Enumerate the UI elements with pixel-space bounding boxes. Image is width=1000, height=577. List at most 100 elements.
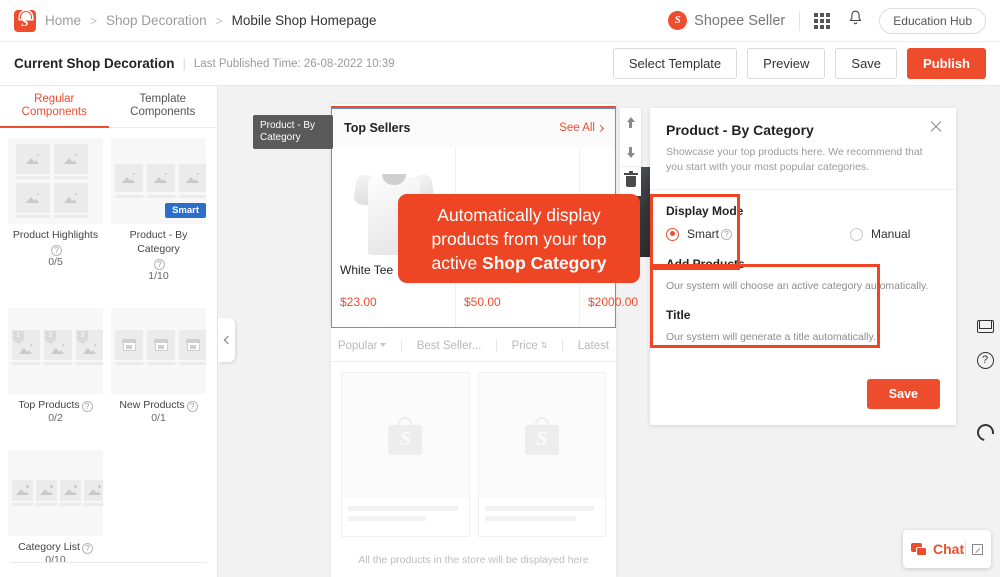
breadcrumb: Home > Shop Decoration > Mobile Shop Hom… (45, 13, 376, 28)
component-name: Top Products (18, 399, 79, 411)
sort-arrows-icon: ⇅ (541, 343, 548, 349)
chat-label: Chat (933, 541, 964, 557)
move-down-icon[interactable] (620, 137, 641, 166)
settings-header: Product - By Category Showcase your top … (650, 108, 956, 190)
panel-divider (10, 562, 207, 563)
mobile-preview: Top Sellers See All White Tee $23.00 (331, 104, 616, 577)
select-template-button[interactable]: Select Template (613, 48, 737, 79)
help-icon[interactable]: ? (51, 245, 62, 256)
header-divider (799, 11, 800, 31)
tab-regular-components[interactable]: Regular Components (0, 86, 109, 127)
display-mode-options: Smart ? Manual (666, 227, 940, 241)
close-icon[interactable] (929, 120, 943, 134)
placeholder-card: S (478, 372, 607, 537)
add-products-label: Add Products (666, 257, 940, 271)
chat-divider (965, 541, 966, 557)
breadcrumb-separator: > (90, 14, 97, 28)
placeholder-card: S (341, 372, 470, 537)
tab-template-components[interactable]: Template Components (109, 86, 218, 127)
mail-icon[interactable] (970, 310, 1000, 343)
sort-tab-popular[interactable]: Popular (338, 340, 387, 352)
breadcrumb-item-home[interactable]: Home (45, 13, 81, 28)
settings-footer: Save (650, 369, 956, 425)
title-hint: Our system will generate a title automat… (666, 331, 940, 343)
components-tabs: Regular Components Template Components (0, 86, 217, 128)
callout-line-3: active (431, 253, 482, 273)
component-card-category-list[interactable]: Category List? 0/10 (8, 450, 103, 566)
help-icon[interactable]: ? (187, 401, 198, 412)
help-icon[interactable]: ? (154, 259, 165, 270)
action-bar-separator: | (183, 56, 186, 71)
radio-smart[interactable]: Smart ? (666, 227, 732, 241)
component-label: Category List? (8, 536, 103, 554)
tab-template-line2: Components (109, 106, 218, 119)
see-all-label: See All (559, 122, 595, 134)
preview-section-header: Top Sellers See All (332, 109, 615, 147)
add-products-hint: Our system will choose an active categor… (666, 280, 940, 292)
display-mode-label: Display Mode (666, 204, 940, 218)
sort-tab-latest[interactable]: Latest (578, 340, 609, 352)
help-icon[interactable]: ? (721, 229, 732, 240)
placeholder-image: S (479, 373, 606, 498)
component-count: 1/10 (111, 270, 206, 282)
shopee-logo-letter: S (14, 14, 36, 30)
notification-bell-icon[interactable] (848, 10, 863, 32)
delete-icon[interactable] (620, 167, 641, 196)
annotation-callout: Automatically display products from your… (398, 194, 640, 283)
component-count: 0/1 (111, 412, 206, 424)
top-header: S Home > Shop Decoration > Mobile Shop H… (0, 0, 1000, 42)
component-card-top-products[interactable]: 1 2 3 Top Products? 0/2 (8, 308, 103, 424)
component-count: 0/2 (8, 412, 103, 424)
component-label: New Products? (111, 394, 206, 412)
breadcrumb-item-shop-decoration[interactable]: Shop Decoration (106, 13, 207, 28)
see-all-link[interactable]: See All (559, 122, 603, 134)
seller-logo-letter: S (668, 11, 687, 30)
component-thumbnail (8, 138, 103, 224)
radio-manual[interactable]: Manual (850, 227, 910, 241)
callout-line-2: products from your top (431, 229, 606, 249)
chevron-left-icon (223, 336, 231, 344)
help-icon[interactable]: ? (82, 543, 93, 554)
caret-down-icon (380, 343, 386, 347)
chat-widget[interactable]: Chat (903, 530, 991, 568)
help-question-icon[interactable]: ? (970, 344, 1000, 377)
settings-save-button[interactable]: Save (867, 379, 940, 409)
component-name: Category List (18, 541, 80, 553)
placeholder-lines (342, 498, 469, 536)
sort-divider: | (400, 340, 403, 352)
save-button[interactable]: Save (835, 48, 897, 79)
ring-loading-icon[interactable] (970, 416, 1000, 449)
sort-tab-best-seller[interactable]: Best Seller... (417, 340, 482, 352)
expand-icon[interactable] (972, 544, 983, 555)
right-rail: ? (970, 310, 1000, 450)
component-count: 0/10 (8, 554, 103, 566)
preview-button[interactable]: Preview (747, 48, 825, 79)
title-label: Title (666, 308, 940, 322)
seller-brand-label: Shopee Seller (694, 13, 785, 29)
callout-line-1: Automatically display (437, 205, 600, 225)
callout-line-3-bold: Shop Category (482, 253, 606, 273)
components-panel: Regular Components Template Components (0, 86, 218, 577)
product-price: $50.00 (464, 295, 501, 309)
education-hub-button[interactable]: Education Hub (879, 8, 986, 34)
move-up-icon[interactable] (620, 108, 641, 137)
component-card-new-products[interactable]: New Products? 0/1 (111, 308, 206, 424)
sort-tab-price[interactable]: Price⇅ (512, 340, 548, 352)
components-grid: Product Highlights? 0/5 Smart Product - … (0, 128, 217, 566)
component-thumbnail (111, 308, 206, 394)
component-card-product-highlights[interactable]: Product Highlights? 0/5 (8, 138, 103, 282)
product-price: $2000.00 (588, 295, 638, 309)
placeholder-lines (479, 498, 606, 536)
apps-grid-icon[interactable] (814, 13, 830, 29)
help-icon[interactable]: ? (82, 401, 93, 412)
page-title: Current Shop Decoration (14, 56, 175, 71)
collapse-panel-button[interactable] (218, 318, 235, 362)
radio-manual-dot (850, 228, 863, 241)
action-bar: Current Shop Decoration | Last Published… (0, 42, 1000, 86)
component-count: 0/5 (8, 256, 103, 268)
last-published-time: Last Published Time: 26-08-2022 10:39 (194, 58, 395, 70)
shopee-bag-icon: S (525, 417, 559, 455)
seller-brand: S Shopee Seller (668, 11, 785, 30)
publish-button[interactable]: Publish (907, 48, 986, 79)
component-card-product-by-category[interactable]: Smart Product - By Category? 1/10 (111, 138, 206, 282)
